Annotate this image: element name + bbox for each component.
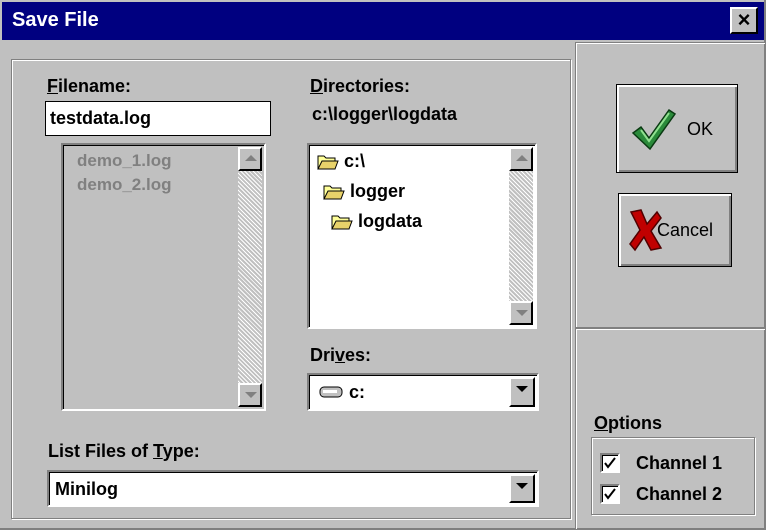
scroll-up-button[interactable] [509,147,533,171]
ok-label: OK [687,119,714,139]
file-type-selected: Minilog [55,479,118,499]
checkmark-icon [604,457,616,469]
filename-label: Filename: [47,76,132,96]
current-directory: c:\logger\logdata [312,104,458,124]
directory-list-scrollbar[interactable] [509,147,533,325]
window-title: Save File [12,9,99,31]
channel-1-checkbox[interactable] [600,453,620,473]
channel-2-label[interactable]: Channel 2 [636,484,722,505]
scroll-down-button[interactable] [509,301,533,325]
directory-list[interactable]: c:\ logger logdata [307,143,537,329]
file-list[interactable]: demo_1.log demo_2.log [61,143,266,411]
checkmark-icon [631,108,677,151]
drives-label: Drives: [310,345,372,365]
arrow-down-icon [516,310,528,316]
cancel-button[interactable]: Cancel [618,193,732,267]
directories-label: Directories: [310,76,411,96]
directory-item[interactable]: logdata [331,211,422,232]
open-folder-icon [317,155,339,170]
open-folder-icon [323,185,345,200]
hard-drive-icon [319,386,343,398]
ok-button[interactable]: OK [616,84,738,173]
cancel-label: Cancel [657,220,714,240]
arrow-up-icon [516,155,528,161]
file-type-label: List Files of Type: [48,441,200,461]
drives-dropdown[interactable]: c: [307,373,539,411]
drives-selected: c: [349,382,366,402]
chevron-down-icon [516,386,528,392]
file-type-dropdown[interactable]: Minilog [47,470,539,507]
arrow-up-icon [245,155,257,161]
title-bar[interactable]: Save File × [2,2,764,40]
channel-1-label[interactable]: Channel 1 [636,453,722,474]
close-button[interactable]: × [730,7,758,34]
filename-value: testdata.log [50,108,152,128]
filename-input[interactable]: testdata.log [45,101,271,136]
scroll-up-button[interactable] [238,147,262,171]
file-list-scrollbar[interactable] [238,147,262,407]
drives-dropdown-button[interactable] [509,377,535,407]
channel-2-checkbox[interactable] [600,484,620,504]
scroll-down-button[interactable] [238,383,262,407]
save-file-dialog: Save File × Filename: testdata.log demo_… [0,0,766,530]
file-type-dropdown-button[interactable] [509,474,535,503]
open-folder-icon [331,215,353,230]
close-icon: × [737,7,751,32]
chevron-down-icon [516,483,528,489]
list-item[interactable]: demo_1.log [77,151,171,171]
checkmark-icon [604,488,616,500]
directory-item[interactable]: logger [323,181,405,202]
arrow-down-icon [245,392,257,398]
options-label: Options [594,413,663,433]
list-item[interactable]: demo_2.log [77,175,171,195]
directory-item[interactable]: c:\ [317,151,365,172]
